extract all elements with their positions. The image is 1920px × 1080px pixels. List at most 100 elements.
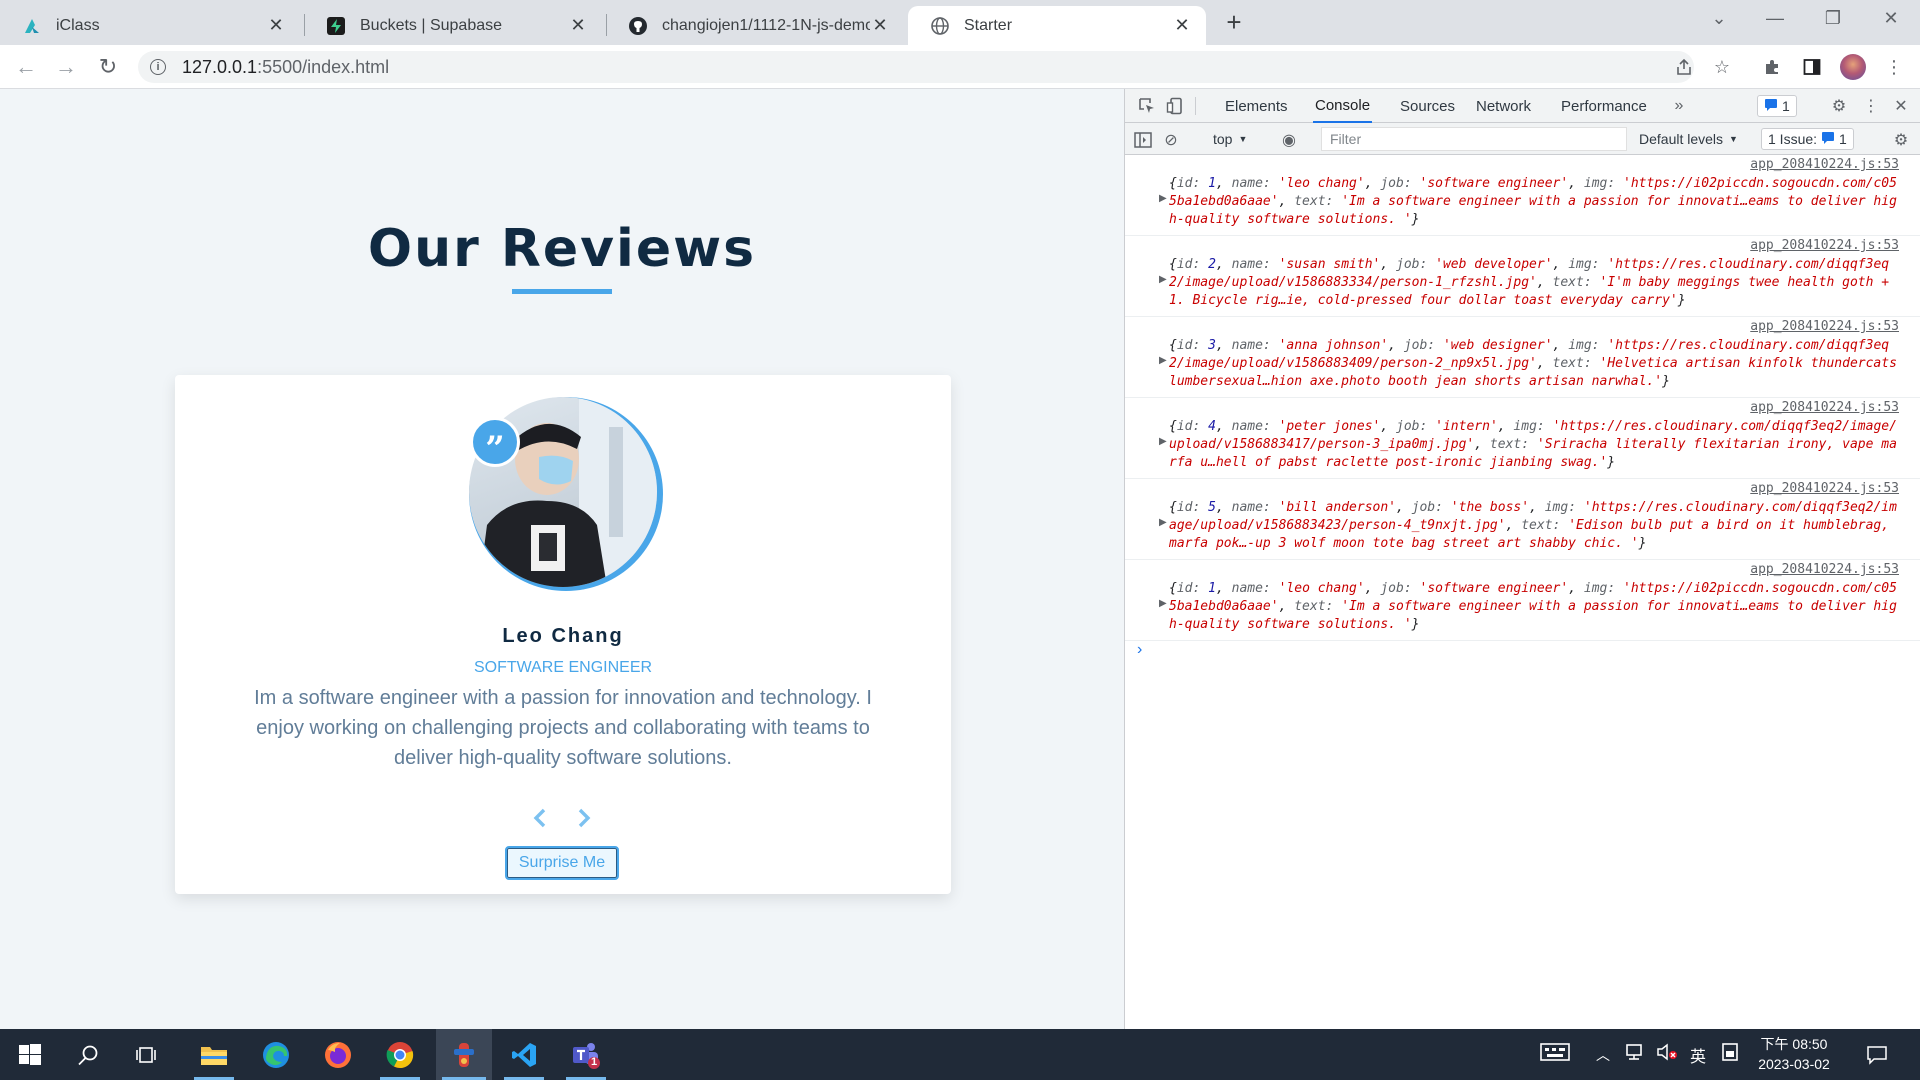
notifications-icon[interactable]	[1866, 1029, 1888, 1080]
site-info-icon[interactable]: i	[150, 59, 166, 75]
devtools-menu-icon[interactable]: ⋮	[1861, 96, 1881, 116]
console-log-entry[interactable]: app_208410224.js:53 ▶ {id: 4, name: 'peter…	[1125, 398, 1920, 479]
teams-icon[interactable]: 1	[560, 1029, 612, 1080]
console-prompt-icon[interactable]: ›	[1137, 641, 1142, 659]
next-button[interactable]	[569, 803, 599, 833]
start-icon[interactable]	[4, 1029, 56, 1080]
tab-iclass[interactable]: iClass ✕	[0, 6, 300, 45]
expand-triangle-icon[interactable]: ▶	[1159, 598, 1167, 609]
url-host: 127.0.0.1	[182, 56, 258, 77]
prev-button[interactable]	[525, 803, 555, 833]
edge-icon[interactable]	[250, 1029, 302, 1080]
vscode-icon[interactable]	[498, 1029, 550, 1080]
issues-button[interactable]: 1 Issue: 1	[1761, 128, 1854, 150]
app-icon[interactable]	[436, 1029, 492, 1080]
clock-time: 下午 08:50	[1760, 1036, 1828, 1052]
share-icon[interactable]	[1672, 55, 1696, 79]
close-window-icon[interactable]: ✕	[1864, 0, 1918, 36]
close-tab-icon[interactable]: ✕	[870, 15, 890, 36]
chevron-right-icon	[578, 808, 591, 828]
file-explorer-icon[interactable]	[188, 1029, 240, 1080]
sidebar-toggle-icon[interactable]	[1133, 130, 1153, 150]
messages-badge[interactable]: 1	[1757, 95, 1797, 117]
github-icon	[628, 16, 648, 36]
log-source-link[interactable]: app_208410224.js:53	[1169, 319, 1899, 337]
new-tab-button[interactable]: +	[1220, 7, 1248, 37]
inspect-element-icon[interactable]	[1137, 96, 1157, 116]
tab-title: Buckets | Supabase	[360, 16, 503, 34]
tab-performance[interactable]: Performance	[1561, 89, 1647, 123]
tab-title: changiojen1/1112-1N-js-demo	[662, 16, 870, 34]
chrome-icon[interactable]	[374, 1029, 426, 1080]
reload-icon[interactable]: ↻	[94, 53, 122, 81]
log-object: {id: 1, name: 'leo chang', job: 'softwar…	[1169, 581, 1897, 632]
log-source-link[interactable]: app_208410224.js:53	[1169, 481, 1899, 499]
surprise-me-button[interactable]: Surprise Me	[505, 846, 619, 880]
expand-triangle-icon[interactable]: ▶	[1159, 274, 1167, 285]
system-clock[interactable]: 下午 08:50 2023-03-02	[1746, 1034, 1842, 1074]
dropdown-arrow-icon: ▼	[1238, 134, 1248, 144]
profile-avatar[interactable]	[1840, 54, 1866, 80]
back-arrow-icon[interactable]: ←	[12, 53, 40, 81]
console-log-entry[interactable]: app_208410224.js:53 ▶ {id: 1, name: 'leo c…	[1125, 560, 1920, 641]
tab-search-icon[interactable]: ⌄	[1692, 0, 1746, 36]
log-object: {id: 3, name: 'anna johnson', job: 'web …	[1169, 338, 1897, 389]
tab-console[interactable]: Console	[1313, 89, 1373, 123]
console-settings-gear-icon[interactable]: ⚙	[1891, 130, 1911, 150]
expand-triangle-icon[interactable]: ▶	[1159, 436, 1167, 447]
devtools-panel: Elements Console Sources Network Perform…	[1124, 89, 1920, 1029]
clock-date: 2023-03-02	[1758, 1056, 1830, 1072]
author-name: Leo Chang	[502, 625, 624, 647]
keyboard-layout-icon[interactable]	[1540, 1043, 1570, 1066]
clear-console-icon[interactable]: ⊘	[1161, 130, 1181, 150]
tab-sources[interactable]: Sources	[1400, 89, 1455, 123]
log-source-link[interactable]: app_208410224.js:53	[1169, 157, 1899, 175]
restore-icon[interactable]: ❐	[1806, 0, 1860, 36]
forward-arrow-icon[interactable]: →	[52, 53, 80, 81]
side-panel-icon[interactable]	[1800, 55, 1824, 79]
console-log-entry[interactable]: app_208410224.js:53 ▶ {id: 2, name: 'susan…	[1125, 236, 1920, 317]
log-source-link[interactable]: app_208410224.js:53	[1169, 238, 1899, 256]
log-source-link[interactable]: app_208410224.js:53	[1169, 400, 1899, 418]
ime-indicator[interactable]: 英	[1690, 1043, 1706, 1067]
tab-github[interactable]: changiojen1/1112-1N-js-demo ✕	[606, 6, 904, 45]
bookmark-star-icon[interactable]: ☆	[1710, 55, 1734, 79]
close-tab-icon[interactable]: ✕	[1172, 15, 1192, 36]
minimize-icon[interactable]: —	[1748, 0, 1802, 36]
network-icon[interactable]	[1624, 1043, 1644, 1066]
console-toolbar: ⊘ top ▼ ◉ Filter Default levels ▼ 1 Issu…	[1125, 123, 1920, 155]
search-icon[interactable]	[62, 1029, 114, 1080]
tab-supabase[interactable]: Buckets | Supabase ✕	[304, 6, 602, 45]
console-log-entry[interactable]: app_208410224.js:53 ▶ {id: 3, name: 'anna …	[1125, 317, 1920, 398]
address-bar[interactable]: i 127.0.0.1:5500/index.html	[138, 51, 1694, 83]
close-tab-icon[interactable]: ✕	[568, 15, 588, 36]
extensions-icon[interactable]	[1760, 55, 1784, 79]
settings-gear-icon[interactable]: ⚙	[1829, 96, 1849, 116]
expand-triangle-icon[interactable]: ▶	[1159, 193, 1167, 204]
log-source-link[interactable]: app_208410224.js:53	[1169, 562, 1899, 580]
volume-muted-icon[interactable]	[1656, 1043, 1678, 1066]
log-levels-dropdown[interactable]: Default levels ▼	[1639, 123, 1738, 155]
chevron-up-icon[interactable]: ︿	[1596, 1045, 1610, 1065]
tab-elements[interactable]: Elements	[1225, 89, 1288, 123]
more-tabs-icon[interactable]: »	[1669, 96, 1689, 116]
close-devtools-icon[interactable]: ✕	[1891, 96, 1911, 116]
chrome-menu-icon[interactable]: ⋮	[1882, 55, 1906, 79]
close-tab-icon[interactable]: ✕	[266, 15, 286, 36]
supabase-icon	[326, 16, 346, 36]
tab-starter[interactable]: Starter ✕	[908, 6, 1206, 45]
task-view-icon[interactable]	[120, 1029, 172, 1080]
context-selector[interactable]: top ▼	[1213, 123, 1247, 155]
issues-count: 1	[1839, 131, 1847, 147]
device-toolbar-icon[interactable]	[1165, 96, 1185, 116]
tab-network[interactable]: Network	[1476, 89, 1531, 123]
expand-triangle-icon[interactable]: ▶	[1159, 355, 1167, 366]
expand-triangle-icon[interactable]: ▶	[1159, 517, 1167, 528]
filter-input[interactable]: Filter	[1321, 127, 1627, 151]
live-expression-eye-icon[interactable]: ◉	[1279, 130, 1299, 150]
firefox-icon[interactable]	[312, 1029, 364, 1080]
ime-mode-icon[interactable]	[1722, 1043, 1738, 1066]
windows-taskbar: 1 ︿ 英 下午 08:50 2023-03-02	[0, 1029, 1920, 1080]
console-log-entry[interactable]: app_208410224.js:53 ▶ {id: 1, name: 'leo c…	[1125, 155, 1920, 236]
console-log-entry[interactable]: app_208410224.js:53 ▶ {id: 5, name: 'bill …	[1125, 479, 1920, 560]
